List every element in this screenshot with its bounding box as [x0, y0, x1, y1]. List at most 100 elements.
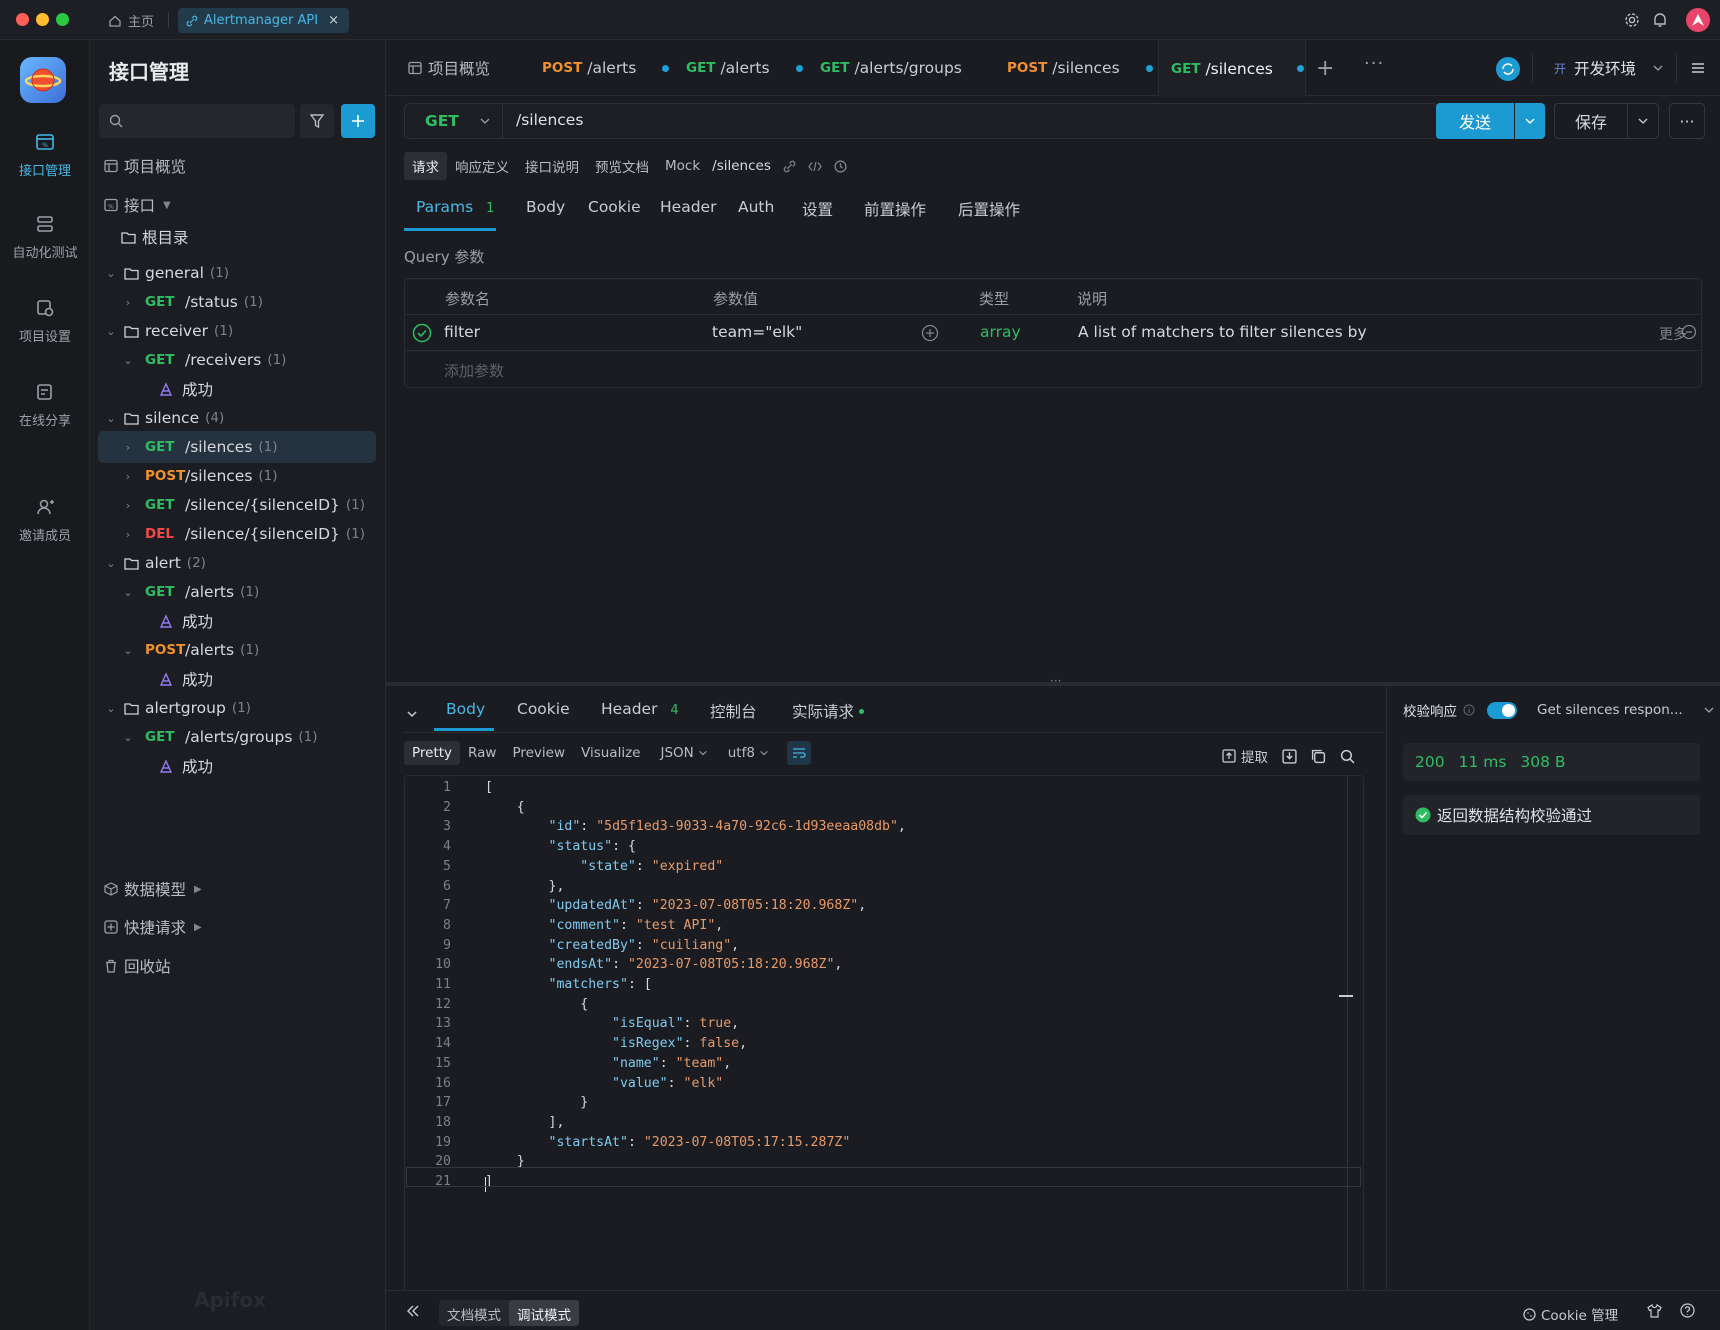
tree-api-item[interactable]: › GET/silences (1) [98, 431, 376, 463]
response-tab-actual-request[interactable]: 实际请求 [792, 700, 865, 722]
search-input[interactable] [99, 104, 295, 138]
param-name[interactable]: filter [444, 323, 480, 341]
param-tab-auth[interactable]: Auth [738, 198, 774, 216]
tree-case-item[interactable]: 成功 [90, 663, 386, 695]
close-window-button[interactable] [16, 13, 29, 26]
menu-icon[interactable] [1690, 60, 1706, 76]
more-actions-button[interactable]: ··· [1669, 103, 1705, 139]
copy-link-icon[interactable] [783, 160, 796, 173]
rail-item-online-share[interactable]: 在线分享 [0, 382, 90, 429]
tree-api-item[interactable]: › DEL/silence/{silenceID} (1) [90, 518, 386, 550]
chevron-right-icon[interactable]: › [121, 528, 135, 541]
more-tabs-button[interactable]: ··· [1364, 53, 1384, 74]
tree-folder[interactable]: ⌄ silence (4) [90, 402, 386, 434]
table-row[interactable]: filter team="elk" array A list of matche… [405, 315, 1701, 351]
doc-mode-button[interactable]: 文档模式 [439, 1300, 509, 1326]
response-tab-body[interactable]: Body [446, 700, 485, 718]
rail-item-project-settings[interactable]: 项目设置 [0, 298, 90, 345]
collapse-chevron-icon[interactable] [406, 708, 418, 720]
wrap-toggle[interactable] [786, 741, 811, 765]
url-input[interactable]: /silences [516, 111, 583, 129]
tree-api-item[interactable]: › POST/silences (1) [90, 460, 386, 492]
chevron-down-icon[interactable]: ⌄ [104, 702, 118, 715]
doc-tab-mock[interactable]: Mock [657, 154, 708, 178]
param-tab-params[interactable]: Params 1 [416, 198, 494, 216]
help-icon[interactable] [1680, 1303, 1695, 1318]
param-tab-cookie[interactable]: Cookie [588, 198, 641, 216]
scrollbar-track[interactable] [1347, 776, 1348, 1305]
rail-item-invite-member[interactable]: 邀请成员 [0, 497, 90, 544]
code-icon[interactable] [808, 160, 822, 173]
add-tab-button[interactable]: + [1316, 56, 1334, 81]
tree-section-trash[interactable]: 回收站 [90, 950, 386, 982]
cookie-manager-button[interactable]: Cookie 管理 [1523, 1304, 1618, 1324]
notification-bell-icon[interactable] [1651, 11, 1669, 29]
search-icon[interactable] [1340, 749, 1355, 764]
chevron-down-icon[interactable]: ⌄ [121, 731, 135, 744]
filter-button[interactable] [300, 104, 334, 138]
tree-api-item[interactable]: ⌄ GET/alerts/groups (1) [90, 721, 386, 753]
response-tab-cookie[interactable]: Cookie [517, 700, 570, 718]
rail-item-api-management[interactable]: % 接口管理 [0, 132, 90, 179]
debug-mode-button[interactable]: 调试模式 [509, 1300, 579, 1326]
tree-folder[interactable]: ⌄ alertgroup (1) [90, 692, 386, 724]
tree-section-api[interactable]: % 接口 ▼ [90, 189, 386, 221]
chevron-down-icon[interactable]: ⌄ [121, 586, 135, 599]
tree-api-item[interactable]: › GET/silence/{silenceID} (1) [90, 489, 386, 521]
tree-section-quick-request[interactable]: 快捷请求 ▶ [90, 911, 386, 943]
format-select[interactable]: JSON [660, 745, 693, 761]
home-tab[interactable]: 主页 [108, 8, 154, 33]
user-avatar[interactable] [1686, 8, 1710, 32]
tree-case-item[interactable]: 成功 [90, 373, 386, 405]
history-icon[interactable] [834, 159, 847, 173]
param-tab-pre-actions[interactable]: 前置操作 [864, 198, 926, 220]
chevron-down-icon[interactable]: ⌄ [104, 557, 118, 570]
send-button[interactable]: 发送 [1436, 103, 1514, 139]
chevron-right-icon[interactable]: › [121, 499, 135, 512]
chevron-down-icon[interactable]: ⌄ [121, 644, 135, 657]
chevron-down-icon[interactable]: ⌄ [104, 412, 118, 425]
add-param-input[interactable]: 添加参数 [444, 360, 504, 381]
param-type[interactable]: array [980, 323, 1021, 341]
sync-button[interactable] [1496, 57, 1520, 81]
view-tab-preview[interactable]: Preview [504, 741, 573, 765]
chevron-right-icon[interactable]: › [121, 441, 135, 454]
tab-get-silences[interactable]: GET /silences [1158, 40, 1306, 97]
enabled-check-icon[interactable] [412, 323, 432, 343]
tree-api-item[interactable]: ⌄ GET/receivers (1) [90, 344, 386, 376]
method-select[interactable]: GET [405, 104, 503, 138]
tree-case-item[interactable]: 成功 [90, 605, 386, 637]
rail-item-automation-test[interactable]: 自动化测试 [0, 214, 90, 261]
download-icon[interactable] [1282, 748, 1297, 764]
param-tab-body[interactable]: Body [526, 198, 565, 216]
tab-project-overview[interactable]: 项目概览 [408, 40, 490, 96]
validation-toggle[interactable] [1487, 701, 1517, 719]
view-tab-raw[interactable]: Raw [460, 741, 504, 765]
save-options-button[interactable] [1627, 103, 1659, 139]
doc-tab-preview-doc[interactable]: 预览文档 [587, 152, 657, 180]
tree-api-item[interactable]: › GET/status (1) [90, 286, 386, 318]
tree-api-item[interactable]: ⌄ GET/alerts (1) [90, 576, 386, 608]
code-viewer[interactable]: 1[2 {3 "id": "5d5f1ed3-9033-4a70-92c6-1d… [404, 775, 1364, 1306]
tree-api-item[interactable]: ⌄ POST/alerts (1) [90, 634, 386, 666]
tree-folder[interactable]: ⌄ general (1) [90, 257, 386, 289]
send-options-button[interactable] [1515, 103, 1545, 139]
tab-get-alerts[interactable]: GET /alerts [686, 40, 803, 96]
chevron-down-icon[interactable]: ⌄ [121, 354, 135, 367]
add-button[interactable] [341, 104, 375, 138]
tab-get-alerts-groups[interactable]: GET /alerts/groups [820, 40, 962, 96]
doc-tab-response-definition[interactable]: 响应定义 [447, 152, 517, 180]
param-tab-settings[interactable]: 设置 [802, 198, 833, 220]
view-tab-pretty[interactable]: Pretty [404, 741, 461, 765]
encoding-select[interactable]: utf8 [728, 745, 755, 761]
param-value[interactable]: team="elk" [712, 323, 802, 341]
tree-folder[interactable]: ⌄ receiver (1) [90, 315, 386, 347]
extract-button[interactable]: 提取 [1222, 746, 1268, 766]
param-tab-header[interactable]: Header [660, 198, 716, 216]
doc-tab-api-description[interactable]: 接口说明 [517, 152, 587, 180]
chevron-down-icon[interactable]: ⌄ [104, 325, 118, 338]
tree-item-project-overview[interactable]: 项目概览 [90, 150, 386, 182]
param-description[interactable]: A list of matchers to filter silences by [1078, 323, 1367, 341]
tree-root-folder[interactable]: 根目录 [90, 221, 386, 253]
save-button[interactable]: 保存 [1554, 103, 1628, 139]
